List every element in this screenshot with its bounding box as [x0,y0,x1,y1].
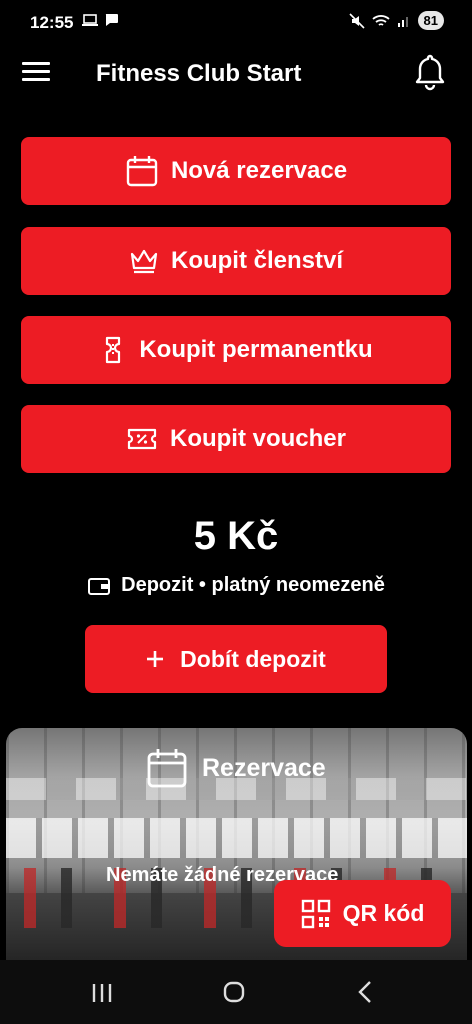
recent-apps-button[interactable] [82,978,122,1006]
reservations-title: Rezervace [202,753,326,782]
qr-code-label: QR kód [342,900,425,926]
buy-pass-button[interactable]: Koupit permanentku [21,316,451,384]
chat-icon [105,14,118,26]
buy-pass-label: Koupit permanentku [139,336,373,363]
reservations-header: Rezervace [146,748,326,788]
app-title: Fitness Club Start [96,60,302,87]
calendar-icon [126,156,158,187]
ticket-icon [106,336,121,364]
back-button[interactable] [346,978,386,1006]
gym-photo-windows [6,818,467,858]
voucher-icon [127,428,157,450]
menu-button[interactable] [22,62,50,84]
signal-icon [397,16,408,27]
qr-code-icon [301,899,330,928]
qr-code-button[interactable]: QR kód [274,880,451,947]
back-icon [358,981,371,1003]
laptop-icon [82,14,98,26]
wifi-icon [371,14,390,26]
home-icon [223,981,245,1003]
buy-voucher-label: Koupit voucher [169,425,346,452]
battery-indicator: 81 [417,11,444,30]
buy-voucher-button[interactable]: Koupit voucher [21,405,451,473]
app-bar: Fitness Club Start [0,44,472,106]
deposit-info-text: Depozit • platný neomezeně [121,574,385,596]
new-reservation-button[interactable]: Nová rezervace [21,137,451,205]
system-nav-bar [0,960,472,1024]
bell-icon [415,54,445,91]
status-bar: 12:55 81 [0,0,472,44]
topup-deposit-label: Dobít depozit [180,645,326,672]
crown-icon [130,249,158,274]
topup-deposit-button[interactable]: Dobít depozit [85,625,387,693]
home-button[interactable] [214,978,254,1006]
deposit-info: Depozit • platný neomezeně [0,574,472,597]
buy-membership-button[interactable]: Koupit členství [21,227,451,295]
mute-icon [348,12,365,29]
recent-apps-icon [92,984,112,1002]
new-reservation-label: Nová rezervace [170,157,348,184]
wallet-icon [88,577,111,595]
buy-membership-label: Koupit členství [170,247,344,274]
notifications-button[interactable] [412,52,448,92]
status-time: 12:55 [30,13,74,32]
plus-icon [147,651,164,667]
hamburger-icon [22,62,50,65]
calendar-icon [147,749,187,788]
deposit-amount: 5 Kč [193,514,279,558]
